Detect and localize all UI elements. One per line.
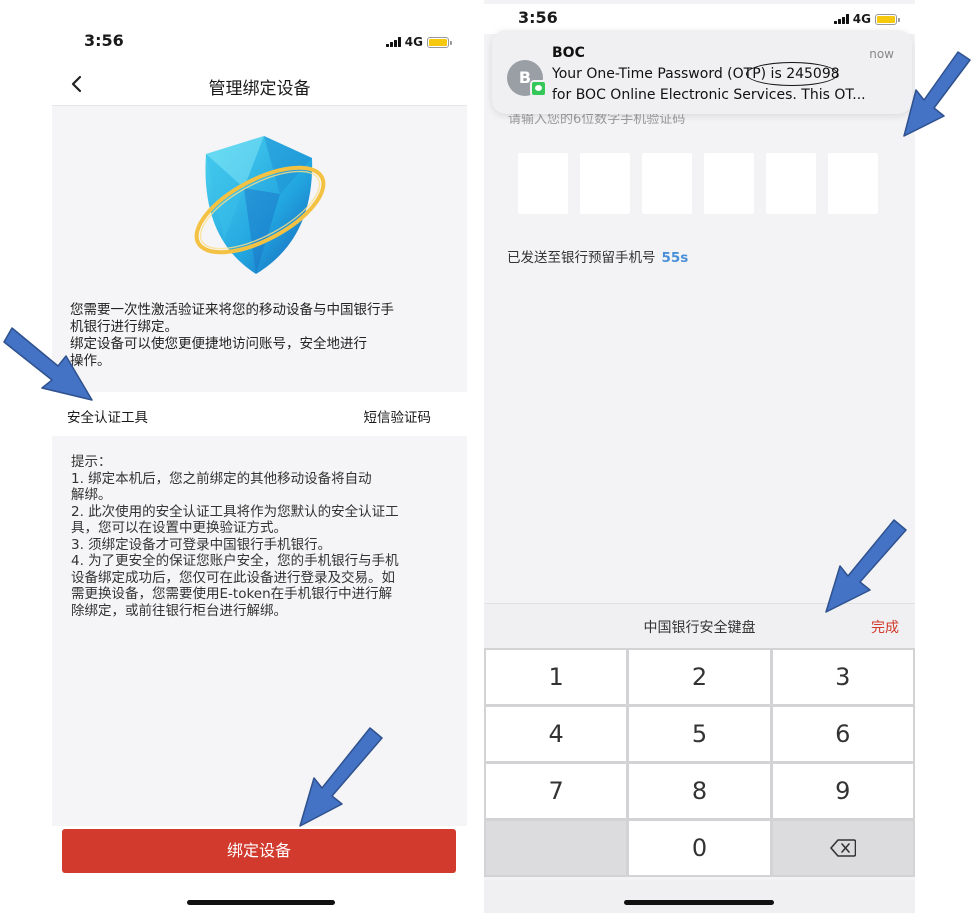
key-blank [486, 821, 627, 875]
code-box[interactable] [704, 153, 754, 214]
hero-section: 您需要一次性激活验证来将您的移动设备与中国银行手 机银行进行绑定。 绑定设备可以… [52, 106, 467, 392]
signal-icon [834, 14, 849, 24]
code-box[interactable] [828, 153, 878, 214]
left-screen: 3:56 4G 管理绑定设备 您需要一次性激活验证来将您的移动设备与中国银行手 … [52, 0, 467, 913]
home-indicator[interactable] [187, 900, 335, 905]
network-type: 4G [852, 12, 871, 26]
battery-icon [427, 36, 452, 48]
sms-sent-info: 已发送至银行预留手机号 55s [507, 250, 689, 266]
key-5[interactable]: 5 [629, 707, 770, 761]
key-7[interactable]: 7 [486, 764, 627, 818]
key-9[interactable]: 9 [772, 764, 913, 818]
code-box[interactable] [518, 153, 568, 214]
notification-line-1: Your One-Time Password (OTP) is 245098 [552, 66, 840, 82]
battery-icon [875, 13, 900, 25]
status-indicators: 4G [386, 35, 452, 49]
security-tool-row[interactable]: 安全认证工具 短信验证码 [52, 392, 467, 436]
code-box[interactable] [642, 153, 692, 214]
shield-icon [194, 136, 326, 274]
secure-keypad: 1 2 3 4 5 6 7 8 9 0 [484, 648, 915, 877]
nav-bar: 管理绑定设备 [52, 64, 467, 106]
key-8[interactable]: 8 [629, 764, 770, 818]
network-type: 4G [404, 35, 423, 49]
notification-sender: BOC [552, 45, 585, 61]
page-title: 管理绑定设备 [208, 79, 311, 99]
tips-text: 提示： 1. 绑定本机后，您之前绑定的其他移动设备将自动 解绑。 2. 此次使用… [71, 454, 399, 619]
keyboard-title: 中国银行安全键盘 [643, 620, 756, 636]
status-indicators: 4G [834, 12, 900, 26]
status-bar: 3:56 4G [52, 28, 467, 58]
delete-key[interactable] [772, 821, 913, 875]
key-4[interactable]: 4 [486, 707, 627, 761]
bind-device-button[interactable]: 绑定设备 [62, 829, 456, 873]
resend-countdown: 55s [661, 250, 689, 266]
backspace-icon [830, 839, 856, 857]
tips-section: 提示： 1. 绑定本机后，您之前绑定的其他移动设备将自动 解绑。 2. 此次使用… [52, 436, 467, 826]
arrow-icon [3, 327, 93, 401]
keyboard-footer [484, 880, 915, 913]
status-time: 3:56 [84, 31, 124, 50]
code-box[interactable] [766, 153, 816, 214]
arrow-icon [299, 727, 383, 827]
code-box[interactable] [580, 153, 630, 214]
intro-text: 您需要一次性激活验证来将您的移动设备与中国银行手 机银行进行绑定。 绑定设备可以… [70, 302, 394, 369]
arrow-icon [903, 51, 971, 137]
notification-time: now [869, 47, 894, 61]
status-time: 3:56 [518, 8, 558, 27]
security-tool-label: 安全认证工具 [67, 410, 148, 426]
arrow-icon [825, 519, 907, 613]
messages-icon [530, 80, 547, 97]
home-indicator[interactable] [624, 900, 774, 905]
security-tool-value: 短信验证码 [363, 410, 432, 426]
signal-icon [386, 37, 401, 47]
key-6[interactable]: 6 [772, 707, 913, 761]
notification-line-2: for BOC Online Electronic Services. This… [552, 87, 866, 103]
key-2[interactable]: 2 [629, 650, 770, 704]
keyboard-done-button[interactable]: 完成 [871, 617, 899, 637]
key-3[interactable]: 3 [772, 650, 913, 704]
key-0[interactable]: 0 [629, 821, 770, 875]
key-1[interactable]: 1 [486, 650, 627, 704]
right-screen: 3:56 4G 请输入您的6位数字手机验证码 B BOC now Your On… [484, 0, 915, 913]
otp-highlight-circle [746, 62, 838, 86]
sms-notification[interactable]: B BOC now Your One-Time Password (OTP) i… [492, 30, 912, 114]
code-input-boxes[interactable] [518, 153, 878, 214]
